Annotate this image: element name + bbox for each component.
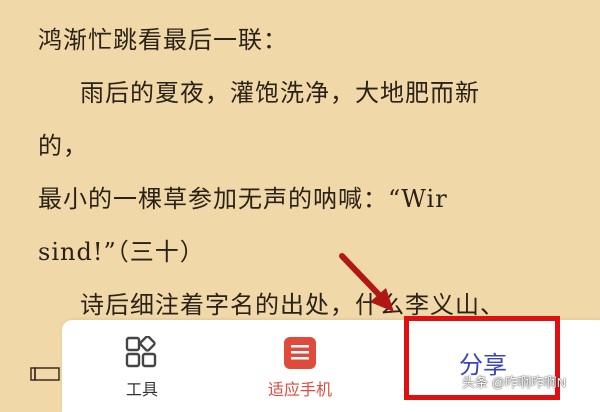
list-icon [283, 336, 317, 374]
fit-phone-label: 适应手机 [267, 382, 332, 399]
reader-line: 诗后细注着字名的出处，什么李义山、 [80, 291, 505, 319]
battery-icon [30, 366, 60, 386]
reader-line: 雨后的夏夜，灌饱洗净，大地肥而新 [80, 79, 480, 107]
fit-phone-button[interactable]: 适应手机 [230, 320, 370, 400]
tools-label: 工具 [125, 382, 158, 399]
watermark: 头条 @咋啊咋啊N [462, 375, 567, 390]
reader-line: 鸿渐忙跳看最后一联： [38, 26, 288, 54]
reader-line: 最小的一棵草参加无声的呐喊：“Wir [38, 185, 448, 213]
tools-button[interactable]: 工具 [72, 320, 212, 400]
reader-line: 的， [38, 132, 88, 160]
reader-line: sind!”（三十） [38, 238, 205, 266]
red-arrow-icon [330, 250, 410, 324]
grid-icon [125, 335, 159, 372]
